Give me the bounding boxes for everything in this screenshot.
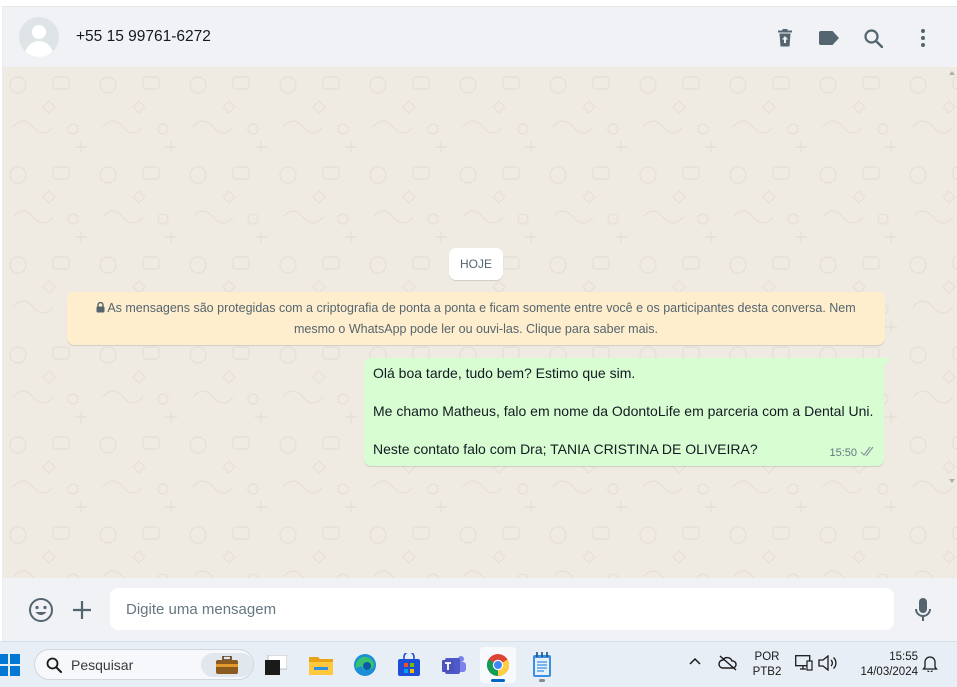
menu-icon[interactable]	[910, 25, 936, 51]
windows-taskbar: Pesquisar POR PTB2 15:55 14/03/2024	[0, 641, 957, 687]
message-text-line: Neste contato falo com Dra; TANIA CRISTI…	[373, 441, 758, 457]
clock-time: 15:55	[889, 651, 918, 663]
notepad-icon[interactable]	[524, 647, 560, 683]
clock[interactable]: 15:55 14/03/2024	[850, 650, 918, 680]
microsoft-store-icon[interactable]	[391, 647, 427, 683]
message-time: 15:50	[829, 447, 857, 459]
task-view-icon[interactable]	[258, 647, 294, 683]
message-text-line: Olá boa tarde, tudo bem? Estimo que sim.	[373, 365, 636, 381]
clock-date: 14/03/2024	[860, 666, 918, 678]
onedrive-offline-icon[interactable]	[718, 655, 738, 671]
contact-name[interactable]: +55 15 99761-6272	[76, 28, 211, 46]
label-icon[interactable]	[816, 25, 842, 51]
emoji-icon[interactable]	[27, 596, 55, 624]
encryption-notice[interactable]: As mensagens são protegidas com a cripto…	[67, 292, 885, 345]
encryption-notice-line1: As mensagens são protegidas com a cripto…	[107, 301, 856, 315]
taskbar-search[interactable]: Pesquisar	[34, 649, 254, 680]
file-explorer-icon[interactable]	[303, 647, 339, 683]
teams-icon[interactable]	[436, 647, 472, 683]
search-icon	[46, 657, 62, 678]
message-input[interactable]	[110, 588, 894, 630]
input-language[interactable]: POR PTB2	[752, 650, 782, 680]
briefcase-icon	[201, 653, 253, 677]
microphone-icon[interactable]	[909, 596, 937, 624]
encryption-notice-line2: mesmo o WhatsApp pode ler ou ouvi-las. C…	[293, 322, 659, 336]
whatsapp-window: +55 15 99761-6272 HOJE As mensagens são …	[2, 6, 957, 641]
double-check-icon	[860, 446, 876, 460]
chrome-icon[interactable]	[480, 647, 516, 683]
scroll-down-arrow[interactable]	[949, 479, 955, 483]
edge-icon[interactable]	[347, 647, 383, 683]
search-icon[interactable]	[860, 25, 886, 51]
delete-icon[interactable]	[772, 25, 798, 51]
volume-icon[interactable]	[818, 655, 838, 671]
message-text-line: Me chamo Matheus, falo em nome da Odonto…	[373, 403, 874, 419]
message-meta: 15:50	[829, 446, 876, 460]
date-divider: HOJE	[449, 248, 503, 280]
keyboard-layout-label: PTB2	[752, 666, 782, 678]
network-icon[interactable]	[795, 655, 813, 671]
chevron-up-icon[interactable]	[689, 657, 701, 665]
chat-area[interactable]: HOJE As mensagens são protegidas com a c…	[3, 67, 957, 578]
start-button[interactable]	[0, 654, 20, 676]
composer	[3, 578, 957, 641]
search-label: Pesquisar	[71, 657, 134, 673]
attach-plus-icon[interactable]	[68, 596, 96, 624]
scroll-up-arrow[interactable]	[949, 71, 955, 75]
lock-icon	[96, 299, 105, 319]
notification-bell-icon[interactable]	[922, 655, 938, 672]
message-bubble-outgoing[interactable]: Olá boa tarde, tudo bem? Estimo que sim.…	[364, 358, 891, 466]
language-label: POR	[754, 651, 780, 663]
contact-avatar[interactable]	[19, 17, 59, 57]
chat-header: +55 15 99761-6272	[3, 6, 957, 67]
